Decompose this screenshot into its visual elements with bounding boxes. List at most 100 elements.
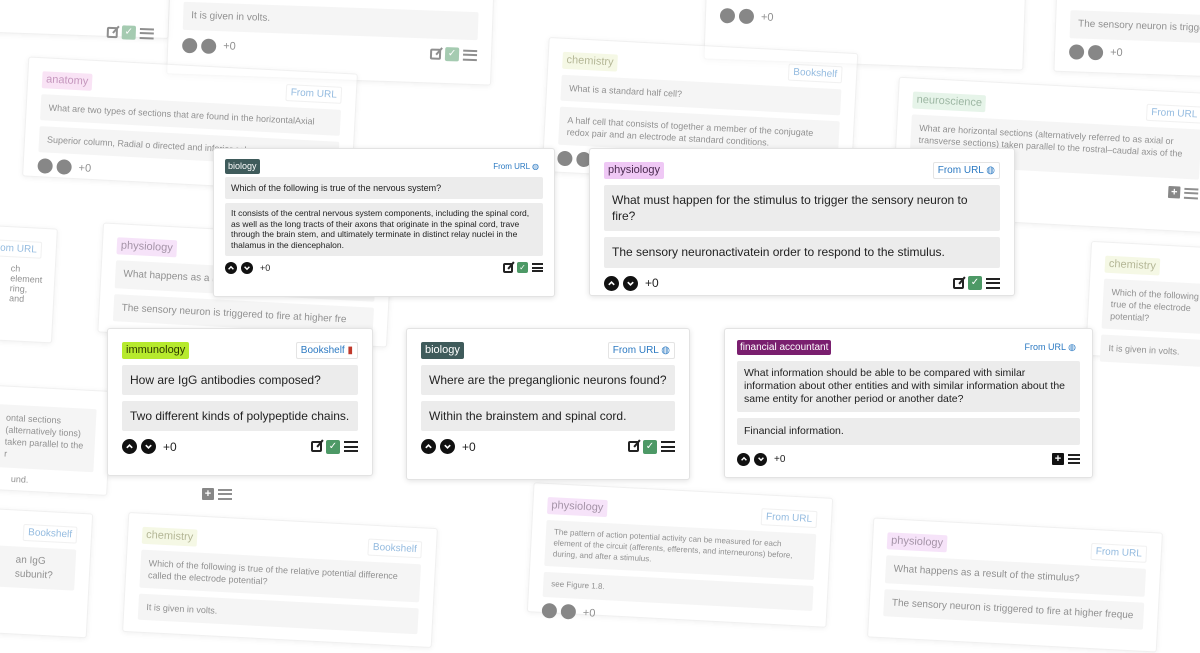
background-card: chemistry Bookshelf Which of the followin… bbox=[122, 511, 438, 649]
upvote-button[interactable] bbox=[122, 439, 137, 455]
source-label: Bookshelf bbox=[300, 344, 345, 356]
check-icon[interactable]: ✓ bbox=[643, 439, 657, 454]
background-card: Bookshelf an IgG subunit? bbox=[0, 506, 94, 639]
question-text: Which of the following is true of the re… bbox=[139, 549, 422, 603]
category-tag[interactable]: biology bbox=[421, 341, 464, 359]
question-text: The pattern of action potential activity… bbox=[544, 519, 817, 581]
chevron-down-icon bbox=[145, 444, 152, 450]
flashcard: immunology Bookshelf ▮ How are IgG antib… bbox=[107, 328, 373, 476]
vote-count: +0 bbox=[645, 276, 659, 291]
question-text: What happens as a result of the stimulus… bbox=[884, 555, 1147, 597]
category-tag[interactable]: immunology bbox=[122, 341, 190, 359]
chevron-up-icon bbox=[740, 456, 747, 461]
source-link[interactable]: Bookshelf ▮ bbox=[295, 341, 358, 359]
background-card: ✓ bbox=[0, 0, 172, 40]
add-icon: + bbox=[1167, 186, 1181, 200]
downvote-button[interactable] bbox=[241, 261, 253, 274]
answer-text: It is given in volts. bbox=[1099, 334, 1200, 368]
source-badge: From URL bbox=[760, 507, 818, 528]
upvote-button[interactable] bbox=[421, 439, 436, 455]
category-tag[interactable]: physiology bbox=[604, 161, 664, 179]
check-icon[interactable]: ✓ bbox=[517, 262, 528, 274]
question-text: ontal sections (alternatively tions) tak… bbox=[0, 398, 97, 472]
menu-icon[interactable] bbox=[532, 263, 543, 273]
source-badge: Bookshelf bbox=[367, 538, 423, 558]
add-icon: + bbox=[202, 488, 214, 500]
flashcard: physiology From URL ◍ What must happen f… bbox=[589, 148, 1015, 296]
category-tag: physiology bbox=[546, 496, 608, 517]
question-text: an IgG subunit? bbox=[0, 544, 77, 591]
check-icon[interactable]: ✓ bbox=[326, 439, 340, 454]
vote-count: +0 bbox=[582, 606, 596, 620]
question-text: Which of the following is true of the el… bbox=[1101, 278, 1200, 336]
vote-count: +0 bbox=[222, 40, 236, 53]
category-tag: chemistry bbox=[562, 51, 619, 72]
source-badge: Bookshelf bbox=[787, 63, 843, 83]
category-tag: neuroscience bbox=[912, 90, 987, 112]
background-card: physiology From URL What happens as a res… bbox=[867, 517, 1163, 653]
edit-icon[interactable] bbox=[628, 441, 639, 453]
source-badge: From URL bbox=[0, 238, 43, 259]
answer-text: Within the brainstem and spinal cord. bbox=[421, 401, 675, 432]
question-text: Which of the following is true of the ne… bbox=[225, 177, 543, 200]
question-text: ch element ring, and bbox=[8, 263, 43, 304]
source-link[interactable]: From URL ◍ bbox=[1020, 340, 1080, 355]
chevron-up-icon bbox=[228, 265, 234, 270]
source-badge: Bookshelf bbox=[22, 523, 78, 544]
vote-count: +0 bbox=[760, 10, 774, 24]
background-card: From URL ch element ring, and bbox=[0, 221, 58, 344]
upvote-icon bbox=[181, 37, 198, 53]
source-label: From URL bbox=[1024, 342, 1066, 352]
source-badge: From URL bbox=[1145, 103, 1200, 124]
upvote-button[interactable] bbox=[737, 452, 750, 466]
menu-icon[interactable] bbox=[986, 277, 1000, 289]
vote-count: +0 bbox=[774, 453, 786, 465]
downvote-button[interactable] bbox=[440, 439, 455, 455]
answer-text: The sensory neuron is triggered to fire … bbox=[883, 588, 1145, 630]
downvote-button[interactable] bbox=[141, 439, 156, 455]
downvote-button[interactable] bbox=[623, 275, 638, 291]
vote-count: +0 bbox=[78, 162, 92, 175]
add-icon[interactable]: + bbox=[1052, 453, 1064, 466]
source-link[interactable]: From URL ◍ bbox=[607, 341, 675, 359]
answer-text: The sensory neuron is triggere bbox=[1069, 10, 1200, 44]
category-tag: chemistry bbox=[1104, 255, 1161, 276]
menu-icon[interactable] bbox=[344, 441, 358, 453]
source-link[interactable]: From URL ◍ bbox=[932, 161, 1000, 179]
edit-icon[interactable] bbox=[503, 262, 513, 273]
edit-icon bbox=[429, 47, 442, 60]
menu-icon[interactable] bbox=[661, 441, 675, 453]
category-tag[interactable]: biology bbox=[225, 158, 260, 174]
upvote-button[interactable] bbox=[225, 261, 237, 274]
book-icon: ▮ bbox=[347, 344, 353, 356]
edit-icon[interactable] bbox=[311, 441, 322, 453]
chevron-up-icon bbox=[608, 280, 615, 285]
flashcard: biology From URL ◍ Where are the pregang… bbox=[406, 328, 690, 480]
flashcard: biology From URL ◍ Which of the followin… bbox=[213, 148, 555, 297]
category-tag: anatomy bbox=[41, 70, 93, 91]
menu-icon[interactable] bbox=[1068, 454, 1080, 465]
downvote-button[interactable] bbox=[754, 452, 767, 466]
menu-icon bbox=[139, 27, 154, 39]
question-text: What information should be able to be co… bbox=[737, 361, 1080, 413]
background-toolbar: + bbox=[202, 488, 232, 500]
answer-text: It is given in volts. bbox=[182, 1, 479, 40]
category-tag[interactable]: financial accountant bbox=[737, 340, 832, 355]
edit-icon[interactable] bbox=[953, 277, 964, 289]
globe-icon: ◍ bbox=[661, 344, 670, 356]
globe-icon: ◍ bbox=[1068, 342, 1076, 352]
source-link[interactable]: From URL ◍ bbox=[489, 159, 543, 173]
category-tag: physiology bbox=[886, 531, 948, 552]
check-icon: ✓ bbox=[121, 25, 137, 40]
chevron-down-icon bbox=[627, 281, 634, 286]
source-badge: From URL bbox=[1090, 542, 1148, 563]
downvote-icon bbox=[56, 159, 72, 176]
vote-count: +0 bbox=[163, 439, 177, 454]
chevron-down-icon bbox=[757, 457, 764, 462]
vote-count: +0 bbox=[260, 262, 271, 273]
chevron-up-icon bbox=[126, 444, 133, 449]
chevron-up-icon bbox=[425, 444, 432, 449]
check-icon[interactable]: ✓ bbox=[968, 276, 982, 291]
upvote-icon bbox=[719, 7, 736, 24]
upvote-button[interactable] bbox=[604, 275, 619, 291]
